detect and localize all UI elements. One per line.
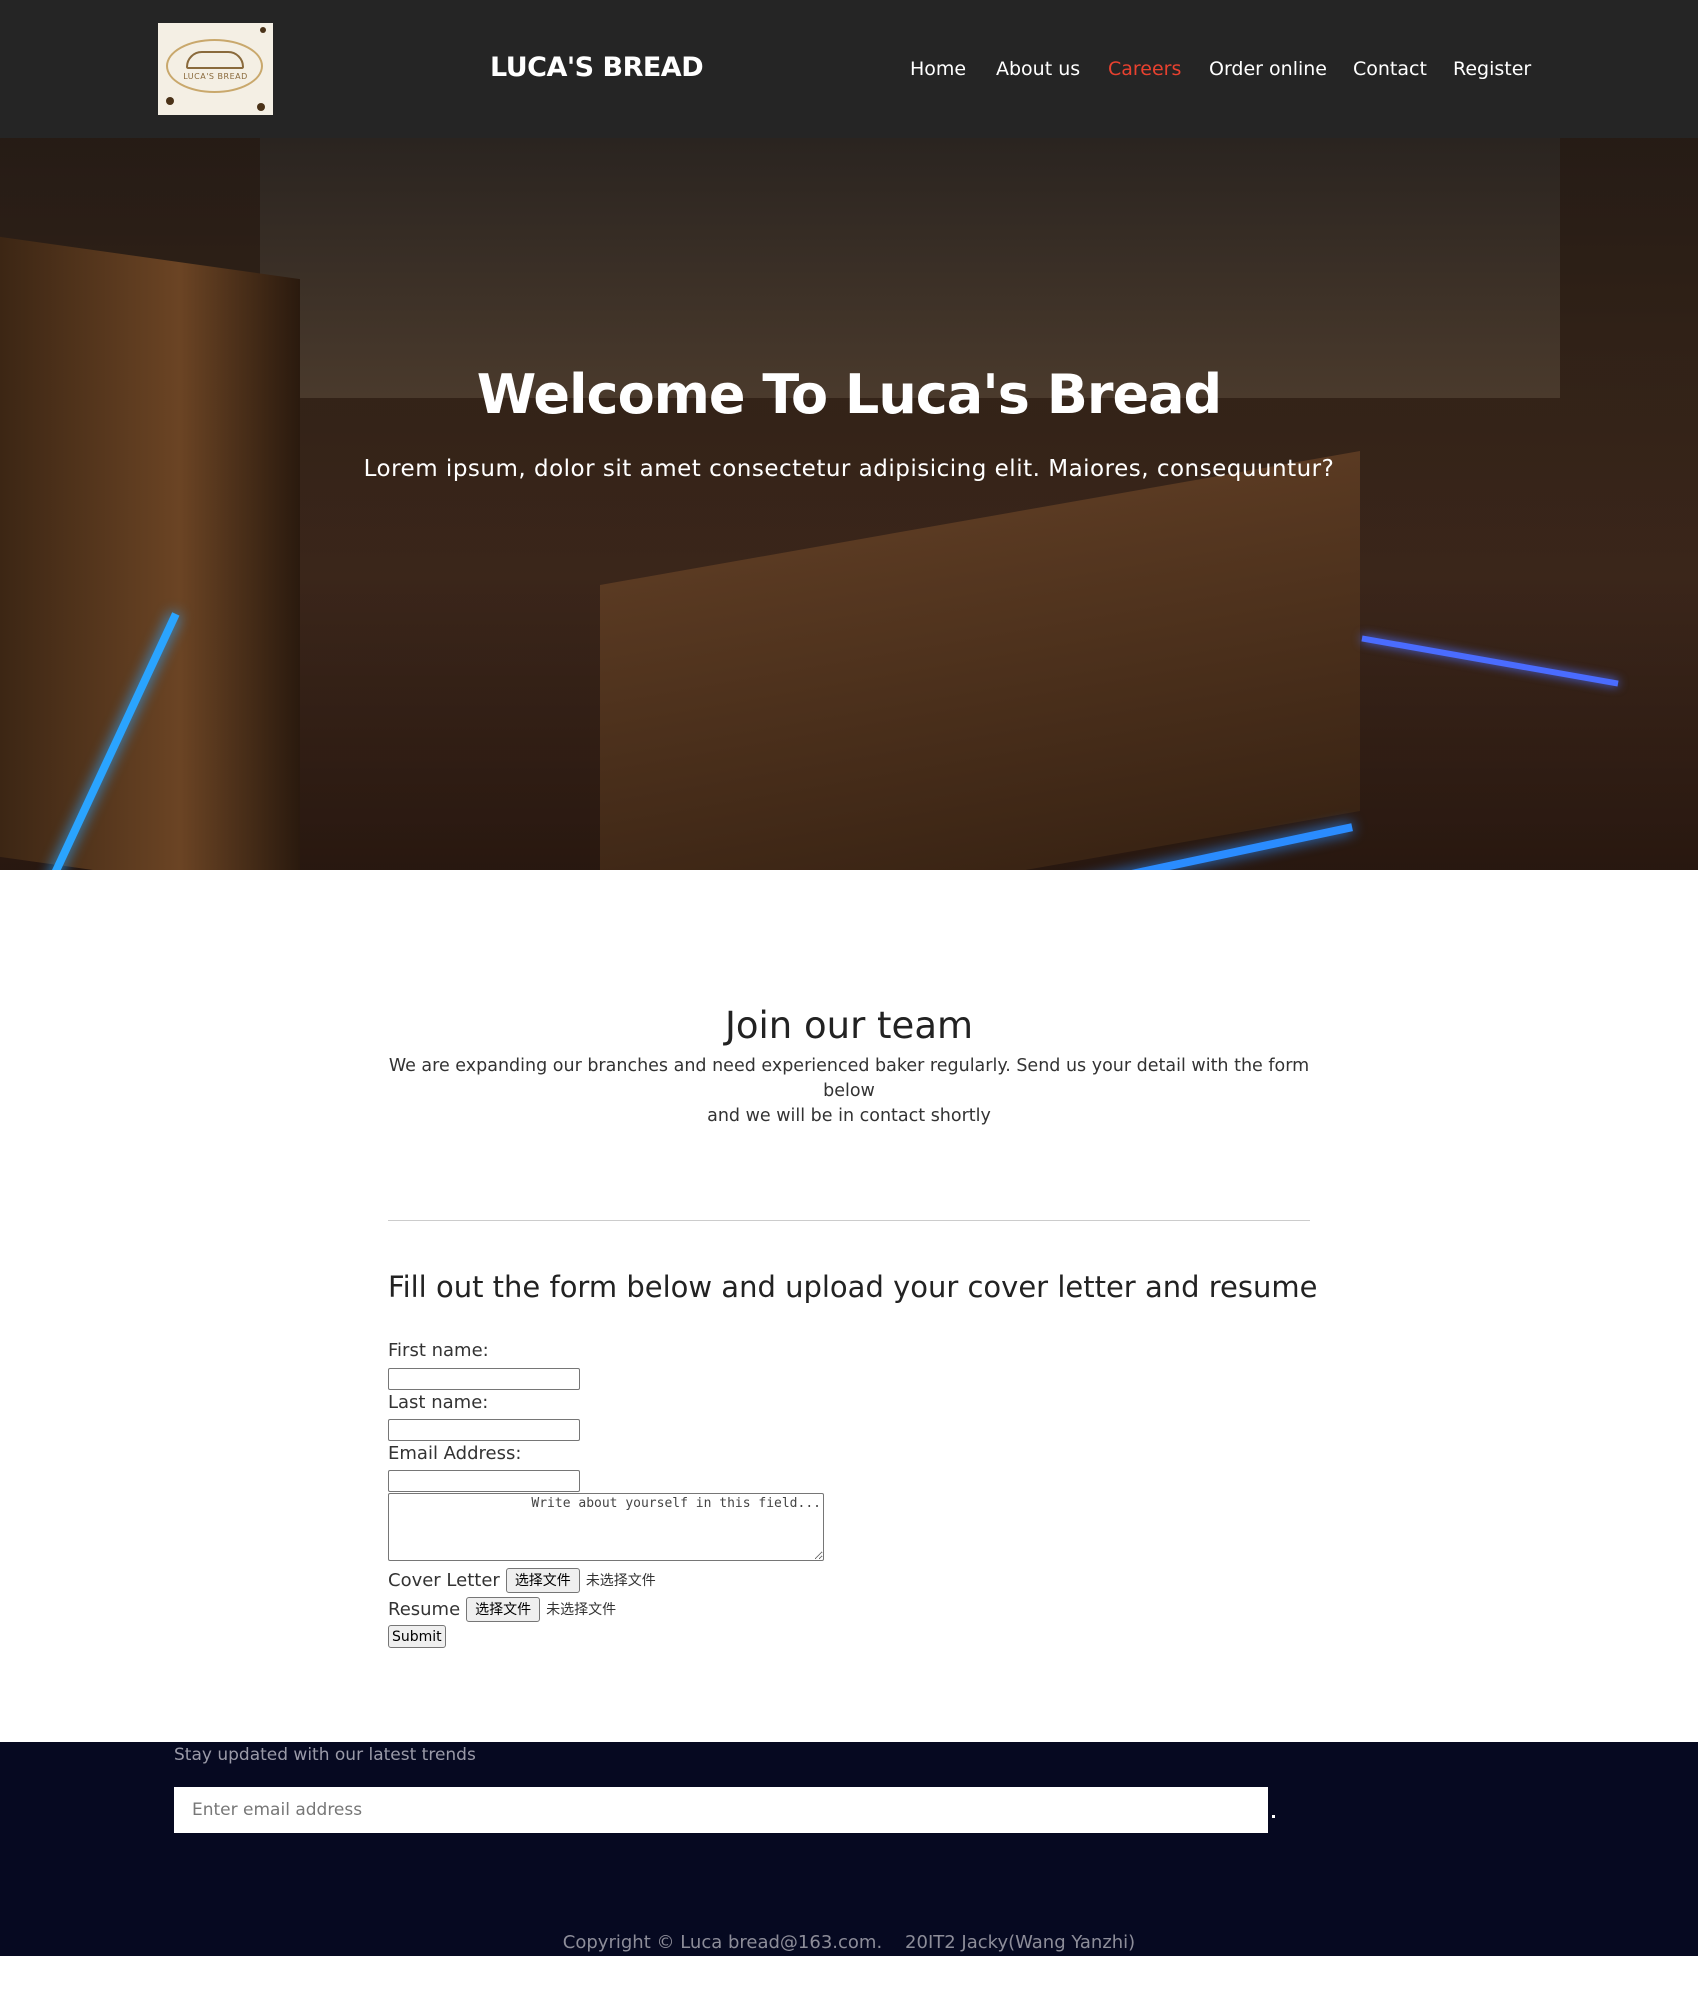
brand-name[interactable]: LUCA'S BREAD xyxy=(490,52,704,83)
hero-banner: Welcome To Luca's Bread Lorem ipsum, dol… xyxy=(0,138,1698,870)
cover-letter-row: Cover Letter 选择文件 未选择文件 xyxy=(388,1567,656,1593)
newsletter-email-input[interactable] xyxy=(174,1787,1268,1833)
first-name-label: First name: xyxy=(388,1340,489,1361)
resume-file-button[interactable]: 选择文件 xyxy=(466,1596,541,1622)
nav-contact[interactable]: Contact xyxy=(1353,58,1427,80)
nav-order-online[interactable]: Order online xyxy=(1209,58,1327,80)
join-text-line1: We are expanding our branches and need e… xyxy=(388,1056,1310,1101)
nav-careers[interactable]: Careers xyxy=(1108,58,1181,80)
logo-dot xyxy=(257,103,265,111)
resume-row: Resume 选择文件 未选择文件 xyxy=(388,1596,616,1622)
hero-title: Welcome To Luca's Bread xyxy=(476,363,1222,426)
newsletter-tagline: Stay updated with our latest trends xyxy=(174,1745,476,1765)
cover-letter-label: Cover Letter xyxy=(388,1569,500,1591)
site-header: LUCA'S BREAD LUCA'S BREAD Home About us … xyxy=(0,0,1698,138)
resume-file-status: 未选择文件 xyxy=(546,1602,617,1618)
hero-bg-wall xyxy=(260,138,1560,398)
first-name-input[interactable] xyxy=(388,1368,580,1390)
cover-letter-file-button[interactable]: 选择文件 xyxy=(505,1567,580,1593)
email-input[interactable] xyxy=(388,1470,580,1492)
section-divider xyxy=(388,1220,1310,1221)
join-title: Join our team xyxy=(724,1004,974,1047)
nav-home[interactable]: Home xyxy=(910,58,966,80)
email-label: Email Address: xyxy=(388,1443,522,1464)
logo[interactable]: LUCA'S BREAD xyxy=(158,23,273,115)
copyright-text: Copyright © Luca bread@163.com. 20IT2 Ja… xyxy=(562,1932,1136,1953)
last-name-label: Last name: xyxy=(388,1392,489,1413)
logo-dot xyxy=(166,97,174,105)
bread-icon xyxy=(186,51,244,69)
hero-bg-light xyxy=(1361,635,1619,687)
nav-about-us[interactable]: About us xyxy=(996,58,1080,80)
cover-letter-file-status: 未选择文件 xyxy=(585,1573,656,1589)
join-text-line2: and we will be in contact shortly xyxy=(707,1106,991,1126)
nav-register[interactable]: Register xyxy=(1453,58,1531,80)
join-description: We are expanding our branches and need e… xyxy=(388,1054,1310,1129)
form-title: Fill out the form below and upload your … xyxy=(388,1270,1318,1304)
resume-label: Resume xyxy=(388,1598,461,1620)
hero-subtitle: Lorem ipsum, dolor sit amet consectetur … xyxy=(363,456,1335,482)
about-textarea[interactable] xyxy=(388,1493,824,1561)
submit-button[interactable]: Submit xyxy=(388,1625,446,1648)
hero-bg-counter xyxy=(600,450,1360,870)
logo-dot xyxy=(260,27,266,33)
newsletter-dot xyxy=(1272,1815,1275,1818)
last-name-input[interactable] xyxy=(388,1419,580,1441)
site-footer: Stay updated with our latest trends Copy… xyxy=(0,1742,1698,1956)
logo-text: LUCA'S BREAD xyxy=(183,72,248,81)
hero-bg-shelf xyxy=(0,236,300,870)
